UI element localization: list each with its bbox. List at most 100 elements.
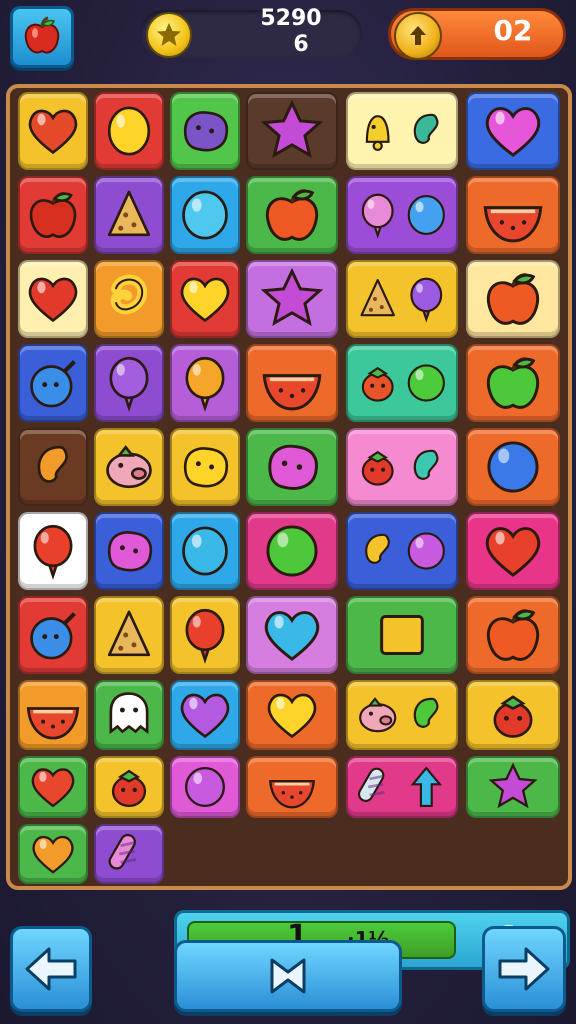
tile-balloon-icon (33, 524, 73, 580)
tile-heart-icon (180, 693, 230, 739)
tile-berry-icon (361, 449, 439, 486)
board-tile[interactable] (170, 344, 240, 422)
tile-apple-icon (265, 189, 319, 241)
board-tile[interactable] (346, 176, 458, 254)
tile-balloon-icon (185, 356, 225, 412)
board-tile[interactable] (346, 344, 458, 422)
board-tile[interactable] (94, 824, 164, 884)
board-tile[interactable] (170, 176, 240, 254)
tile-drop-icon (37, 445, 68, 483)
board-tile[interactable] (18, 92, 88, 170)
board-tile[interactable] (170, 680, 240, 750)
board-tile[interactable] (466, 756, 560, 818)
tile-pig-icon (359, 697, 439, 733)
board-tile[interactable] (246, 512, 338, 590)
board-tile[interactable] (170, 596, 240, 674)
board-tile[interactable] (94, 260, 164, 338)
board-tile[interactable] (246, 756, 338, 818)
board-tile[interactable] (18, 680, 88, 750)
board-tile[interactable] (246, 260, 338, 338)
board-tile[interactable] (18, 756, 88, 818)
tile-cookie-icon (107, 610, 151, 657)
star-icon (157, 23, 181, 46)
board-tile[interactable] (94, 428, 164, 506)
board-tile[interactable] (94, 680, 164, 750)
board-tile[interactable] (466, 596, 560, 674)
board-tile[interactable] (170, 512, 240, 590)
board-tile[interactable] (346, 596, 458, 674)
tile-heart-icon (267, 693, 317, 739)
tile-pig-icon (106, 445, 152, 489)
tile-berry-icon (361, 364, 445, 402)
board-tile[interactable] (246, 176, 338, 254)
board-tile[interactable] (170, 260, 240, 338)
board-tile[interactable] (94, 756, 164, 818)
score-star-badge (146, 12, 192, 58)
tile-square-icon (380, 615, 424, 655)
board-tile[interactable] (18, 428, 88, 506)
tile-oval-icon (182, 190, 228, 240)
tile-apple-icon (486, 273, 540, 325)
board-tile[interactable] (246, 428, 338, 506)
tile-apple-icon (486, 609, 540, 661)
tile-apple-icon (486, 357, 540, 409)
coin-count: 02 (493, 14, 533, 47)
back-button[interactable] (10, 926, 92, 1012)
bowtie-icon (270, 958, 306, 994)
tile-melon-icon (262, 374, 322, 411)
board-tile[interactable] (346, 428, 458, 506)
tile-oval-icon (182, 526, 228, 576)
tile-blob-icon (268, 444, 318, 490)
board-tile[interactable] (18, 824, 88, 884)
tile-blob-icon (183, 111, 229, 152)
board-tile[interactable] (246, 344, 338, 422)
tile-heart-icon (485, 527, 541, 577)
board-tile[interactable] (18, 260, 88, 338)
board-tile[interactable] (466, 176, 560, 254)
board-tile[interactable] (94, 512, 164, 590)
tile-lemon-icon (107, 106, 151, 156)
tile-cookie-icon (360, 277, 443, 323)
board-tile[interactable] (94, 176, 164, 254)
center-action-button[interactable] (174, 940, 402, 1012)
tile-balloon-icon (185, 608, 225, 664)
board-tile[interactable] (346, 512, 458, 590)
board-tile[interactable] (18, 596, 88, 674)
board-tile[interactable] (18, 512, 88, 590)
tile-heart-icon (32, 835, 74, 874)
tile-candy-icon (108, 833, 137, 870)
board-tile[interactable] (466, 344, 560, 422)
board-tile[interactable] (466, 92, 560, 170)
tile-cookie-icon (107, 190, 151, 237)
board-tile[interactable] (170, 756, 240, 818)
board-tile[interactable] (346, 260, 458, 338)
game-board: 1 ·1⅓ 1 (6, 84, 572, 970)
board-tile[interactable] (466, 512, 560, 590)
tile-blob-icon (107, 531, 153, 572)
up-arrow-coin-icon (410, 26, 426, 45)
board-tile[interactable] (94, 344, 164, 422)
board-tile[interactable] (246, 92, 338, 170)
board-tile[interactable] (94, 596, 164, 674)
tile-balloon-icon (361, 193, 445, 239)
tile-heart-icon (31, 768, 75, 808)
tile-candy-icon (357, 766, 443, 807)
board-tile[interactable] (346, 756, 458, 818)
board-tile[interactable] (246, 596, 338, 674)
board-tile[interactable] (94, 92, 164, 170)
tile-heart-icon (180, 277, 230, 323)
board-tile[interactable] (466, 680, 560, 750)
board-tile[interactable] (18, 176, 88, 254)
board-tile[interactable] (18, 344, 88, 422)
board-tile[interactable] (466, 428, 560, 506)
board-tile[interactable] (346, 680, 458, 750)
board-tile[interactable] (170, 92, 240, 170)
tile-ball-icon (487, 441, 539, 493)
board-tile[interactable] (466, 260, 560, 338)
board-tile[interactable] (170, 428, 240, 506)
menu-button[interactable] (10, 6, 74, 68)
board-tile[interactable] (346, 92, 458, 170)
board-tile[interactable] (246, 680, 338, 750)
forward-button[interactable] (482, 926, 566, 1012)
arrow-left-icon (25, 947, 77, 991)
